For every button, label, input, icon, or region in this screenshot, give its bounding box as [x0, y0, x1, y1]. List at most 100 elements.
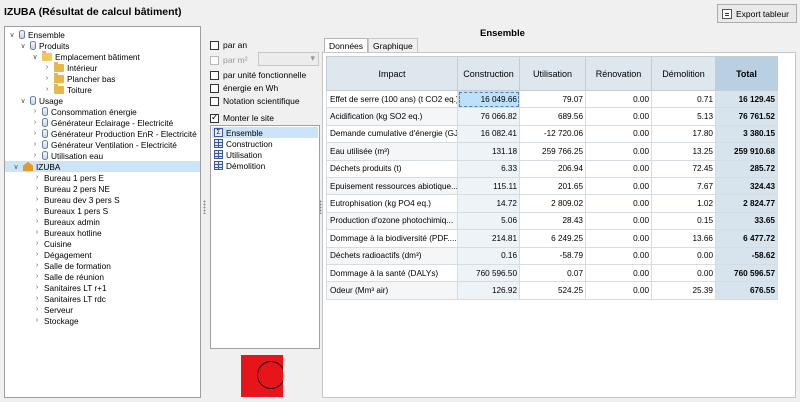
construction-cell[interactable]: 5.06: [457, 211, 520, 231]
total-cell[interactable]: 259 910.68: [715, 142, 778, 161]
chevron-right-icon[interactable]: ›: [43, 64, 51, 71]
impact-cell[interactable]: Demande cumulative d'énergie (GJ): [326, 124, 458, 144]
tree-item-zone[interactable]: › Cuisine: [33, 238, 72, 249]
construction-cell[interactable]: 0.16: [457, 246, 520, 265]
table-row[interactable]: Dommage à la santé (DALYs) 760 596.50 0.07…: [326, 263, 778, 283]
impact-cell[interactable]: Déchets produits (t): [326, 159, 458, 178]
chevron-right-icon[interactable]: ›: [43, 86, 51, 93]
renovation-cell[interactable]: 0.00: [585, 194, 652, 213]
tree-item-emplacement[interactable]: ∨ Emplacement bâtiment: [31, 50, 140, 62]
construction-cell[interactable]: 76 066.82: [457, 107, 520, 126]
construction-cell[interactable]: 16 049.66: [457, 89, 520, 109]
expand-toggle-icon[interactable]: ∨: [19, 97, 27, 105]
construction-cell[interactable]: 16 082.41: [457, 124, 520, 144]
construction-cell[interactable]: 760 596.50: [457, 263, 520, 283]
chevron-right-icon[interactable]: ›: [33, 185, 41, 192]
utilisation-cell[interactable]: 524.25: [519, 281, 586, 300]
renovation-cell[interactable]: 0.00: [585, 107, 652, 126]
expand-toggle-icon[interactable]: ∨: [19, 42, 27, 50]
impact-cell[interactable]: Déchets radioactifs (dm³): [326, 246, 458, 265]
chevron-right-icon[interactable]: ›: [33, 273, 41, 280]
table-row[interactable]: Demande cumulative d'énergie (GJ) 16 082.…: [326, 124, 778, 144]
tree-item-zone[interactable]: › Bureaux hotline: [33, 227, 102, 238]
phase-item-utilisation[interactable]: Utilisation: [212, 149, 262, 160]
tree-item-interieur[interactable]: › Intérieur: [43, 61, 97, 73]
chevron-right-icon[interactable]: ›: [33, 174, 41, 181]
tree-item-gen-eclairage[interactable]: › Générateur Eclairage - Electricité: [31, 117, 173, 128]
construction-cell[interactable]: 14.72: [457, 194, 520, 213]
checkbox[interactable]: [210, 83, 219, 93]
renovation-cell[interactable]: 0.00: [585, 89, 652, 109]
tree-item-zone[interactable]: › Sanitaires LT r+1: [33, 282, 107, 293]
column-header[interactable]: Rénovation: [585, 56, 652, 91]
chevron-right-icon[interactable]: ›: [33, 317, 41, 324]
chevron-right-icon[interactable]: ›: [31, 119, 39, 126]
chevron-right-icon[interactable]: ›: [33, 284, 41, 291]
chevron-right-icon[interactable]: ›: [43, 75, 51, 82]
chevron-right-icon[interactable]: ›: [31, 108, 39, 115]
demolition-cell[interactable]: 0.15: [651, 211, 716, 231]
tree-item-zone[interactable]: › Sanitaires LT rdc: [33, 293, 106, 304]
checkbox[interactable]: [210, 70, 219, 80]
utilisation-cell[interactable]: 206.94: [519, 159, 586, 178]
impact-cell[interactable]: Dommage à la santé (DALYs): [326, 263, 458, 283]
table-row[interactable]: Production d'ozone photochimiq... 5.06 28.…: [326, 211, 778, 231]
tree-item-toiture[interactable]: › Toiture: [43, 83, 92, 95]
tree-item-consommation[interactable]: › Consommation énergie: [31, 106, 137, 117]
column-header[interactable]: Démolition: [651, 56, 716, 91]
expand-toggle-icon[interactable]: ∨: [31, 53, 39, 61]
construction-cell[interactable]: 214.81: [457, 229, 520, 248]
utilisation-cell[interactable]: 689.56: [519, 107, 586, 126]
renovation-cell[interactable]: 0.00: [585, 263, 652, 283]
table-row[interactable]: Déchets produits (t) 6.33 206.94 0.00 72.45 2…: [326, 159, 778, 178]
utilisation-cell[interactable]: 2 809.02: [519, 194, 586, 213]
column-header[interactable]: Impact: [326, 56, 458, 91]
impact-cell[interactable]: Eutrophisation (kg PO4 eq.): [326, 194, 458, 213]
column-header[interactable]: Utilisation: [519, 56, 586, 91]
impact-cell[interactable]: Eau utilisée (m³): [326, 142, 458, 161]
demolition-cell[interactable]: 5.13: [651, 107, 716, 126]
impact-cell[interactable]: Acidification (kg SO2 eq.): [326, 107, 458, 126]
total-cell[interactable]: 6 477.72: [715, 229, 778, 248]
tree-item-zone[interactable]: › Bureaux 1 pers S: [33, 205, 108, 216]
utilisation-cell[interactable]: -58.79: [519, 246, 586, 265]
tree-item-zone[interactable]: › Bureau 2 pers NE: [33, 183, 110, 194]
table-row[interactable]: Acidification (kg SO2 eq.) 76 066.82 689.5…: [326, 107, 778, 126]
option-monter-site[interactable]: Monter le site: [210, 112, 274, 123]
total-cell[interactable]: 3 380.15: [715, 124, 778, 144]
tree-item-zone[interactable]: › Bureaux admin: [33, 216, 100, 227]
tree-item-gen-enr[interactable]: › Générateur Production EnR - Electricit…: [31, 128, 197, 139]
tree-item-zone[interactable]: › Salle de formation: [33, 260, 111, 271]
impact-cell[interactable]: Odeur (Mm³ air): [326, 281, 458, 300]
utilisation-cell[interactable]: -12 720.06: [519, 124, 586, 144]
phase-item-ensemble[interactable]: Σ Ensemble: [212, 127, 318, 138]
tree-item-produits[interactable]: ∨ Produits: [19, 40, 69, 51]
phase-item-construction[interactable]: Construction: [212, 138, 273, 149]
utilisation-cell[interactable]: 6 249.25: [519, 229, 586, 248]
tree-item-utilisation-eau[interactable]: › Utilisation eau: [31, 150, 103, 161]
construction-cell[interactable]: 131.18: [457, 142, 520, 161]
table-row[interactable]: Epuisement ressources abiotique... 115.11…: [326, 176, 778, 196]
chevron-right-icon[interactable]: ›: [33, 295, 41, 302]
demolition-cell[interactable]: 13.25: [651, 142, 716, 161]
table-row[interactable]: Odeur (Mm³ air) 126.92 524.25 0.00 25.39 676.…: [326, 281, 778, 300]
option-par-unite[interactable]: par unité fonctionnelle: [210, 70, 306, 80]
chevron-right-icon[interactable]: ›: [31, 141, 39, 148]
expand-toggle-icon[interactable]: ∨: [12, 163, 20, 171]
demolition-cell[interactable]: 25.39: [651, 281, 716, 300]
chevron-right-icon[interactable]: ›: [33, 251, 41, 258]
renovation-cell[interactable]: 0.00: [585, 124, 652, 144]
utilisation-cell[interactable]: 79.07: [519, 89, 586, 109]
table-row[interactable]: Eutrophisation (kg PO4 eq.) 14.72 2 809.02…: [326, 194, 778, 213]
demolition-cell[interactable]: 1.02: [651, 194, 716, 213]
checkbox[interactable]: [210, 40, 219, 50]
table-row[interactable]: Dommage à la biodiversité (PDF.... 214.81…: [326, 229, 778, 248]
option-energie-wh[interactable]: énergie en Wh: [210, 83, 278, 93]
demolition-cell[interactable]: 72.45: [651, 159, 716, 178]
table-row[interactable]: Eau utilisée (m³) 131.18 259 766.25 0.00 13.…: [326, 142, 778, 161]
total-cell[interactable]: 324.43: [715, 176, 778, 196]
tree-item-zone[interactable]: › Stockage: [33, 315, 79, 326]
tree-item-zone[interactable]: › Bureau 1 pers E: [33, 172, 104, 183]
option-par-an[interactable]: par an: [210, 40, 247, 50]
tab-donnees[interactable]: Données: [324, 38, 369, 53]
